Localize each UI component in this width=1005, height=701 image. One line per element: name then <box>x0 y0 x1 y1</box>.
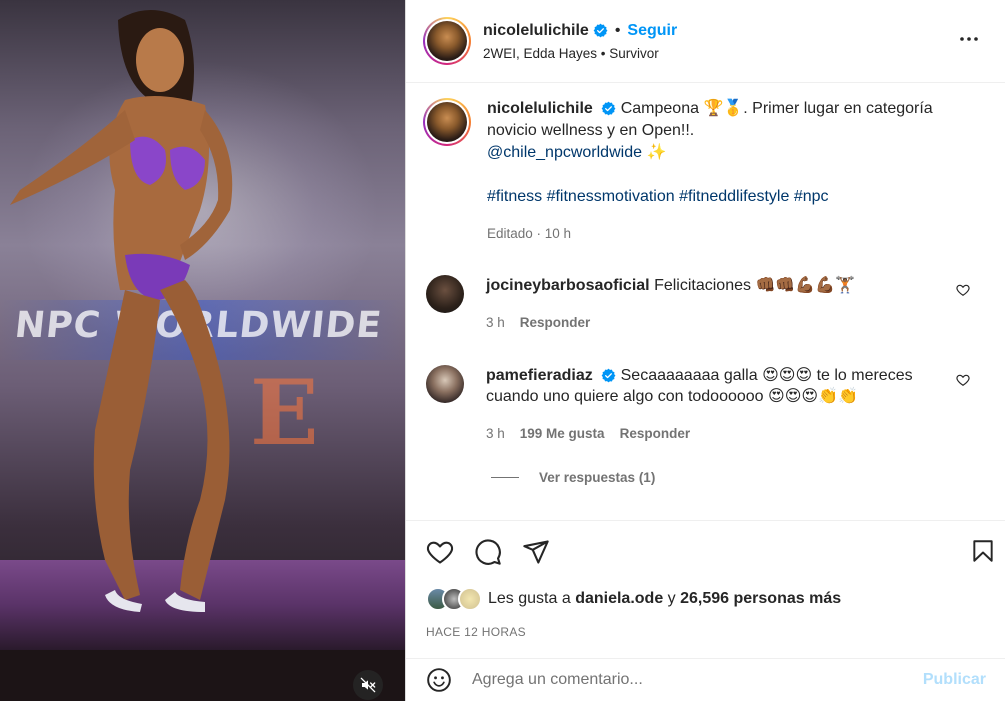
view-replies-label: Ver respuestas (1) <box>539 470 656 485</box>
likes-others-link[interactable]: 26,596 personas más <box>680 590 841 608</box>
audio-track-link[interactable]: 2WEI, Edda Hayes • Survivor <box>483 46 677 61</box>
post-timestamp: HACE 12 HORAS <box>426 625 526 639</box>
caption-username[interactable]: nicolelulichile <box>487 100 593 117</box>
post-header: nicolelulichile • Seguir 2WEI, Edda Haye… <box>406 0 1005 83</box>
comment-time: 3 h <box>486 315 505 330</box>
comment-text: Felicitaciones 👊🏾👊🏾💪🏾💪🏾🏋🏾 <box>654 277 856 294</box>
like-button[interactable] <box>426 538 454 566</box>
reply-button[interactable]: Responder <box>520 312 591 333</box>
post-details-panel: nicolelulichile • Seguir 2WEI, Edda Haye… <box>405 0 1005 701</box>
liker-avatar <box>458 587 482 611</box>
liker-username-link[interactable]: daniela.ode <box>575 590 663 608</box>
publish-button[interactable]: Publicar <box>923 671 986 689</box>
verified-badge-icon <box>593 23 608 38</box>
comment-input[interactable] <box>472 671 902 689</box>
comment-likes-count[interactable]: 199 Me gusta <box>520 423 605 444</box>
replies-divider-line <box>491 477 519 478</box>
muted-speaker-icon <box>360 677 376 693</box>
caption-meta: Editado · 10 h <box>487 226 572 241</box>
post-actions: Les gusta a daniela.ode y 26,596 persona… <box>406 520 1005 658</box>
likes-prefix: Les gusta a <box>488 590 571 607</box>
view-replies-button[interactable]: Ver respuestas (1) <box>491 470 655 485</box>
emoji-picker-icon[interactable] <box>426 667 452 693</box>
comment-bubble-icon <box>475 539 501 565</box>
comment-item: pamefieradiaz Secaaaaaaaa galla 😍😍😍 te l… <box>426 365 986 444</box>
comments-section[interactable]: nicolelulichile Campeona 🏆🥇. Primer luga… <box>406 84 1005 520</box>
post-caption: nicolelulichile Campeona 🏆🥇. Primer luga… <box>423 98 983 245</box>
send-paper-plane-icon <box>523 540 549 564</box>
follow-button[interactable]: Seguir <box>627 22 677 40</box>
likes-connector: y <box>667 590 676 607</box>
save-button[interactable] <box>970 538 996 569</box>
caption-mention-link[interactable]: @chile_npcworldwide <box>487 144 642 161</box>
author-avatar[interactable] <box>423 17 471 65</box>
comment-button[interactable] <box>474 538 502 566</box>
author-username[interactable]: nicolelulichile <box>483 22 589 40</box>
separator-dot: • <box>614 21 621 39</box>
heart-icon <box>426 541 454 564</box>
commenter-avatar[interactable] <box>426 275 464 313</box>
commenter-username[interactable]: pamefieradiaz <box>486 367 593 384</box>
mute-toggle-button[interactable] <box>353 670 383 700</box>
post-media-video[interactable]: NPC WORLDWIDE E <box>0 0 405 701</box>
liker-avatars <box>426 587 482 611</box>
share-button[interactable] <box>522 538 550 566</box>
comment-time: 3 h <box>486 426 505 441</box>
bookmark-icon <box>973 540 993 562</box>
verified-badge-icon <box>601 101 616 116</box>
add-comment-bar: Publicar <box>406 658 1005 701</box>
comment-like-heart-icon[interactable] <box>956 283 970 297</box>
comment-item: jocineybarbosaoficial Felicitaciones 👊🏾👊… <box>426 275 986 333</box>
caption-hashtags[interactable]: #fitness #fitnessmotivation #fitneddlife… <box>487 186 967 208</box>
athlete-figure <box>10 10 233 612</box>
commenter-username[interactable]: jocineybarbosaoficial <box>486 277 650 294</box>
more-options-icon[interactable] <box>957 27 981 51</box>
caption-author-avatar[interactable] <box>423 98 471 146</box>
reply-button[interactable]: Responder <box>620 423 691 444</box>
comment-like-heart-icon[interactable] <box>956 373 970 387</box>
verified-badge-icon <box>601 368 616 383</box>
likes-summary[interactable]: Les gusta a daniela.ode y 26,596 persona… <box>426 587 841 611</box>
commenter-avatar[interactable] <box>426 365 464 403</box>
caption-sparkle: ✨ <box>646 144 667 161</box>
